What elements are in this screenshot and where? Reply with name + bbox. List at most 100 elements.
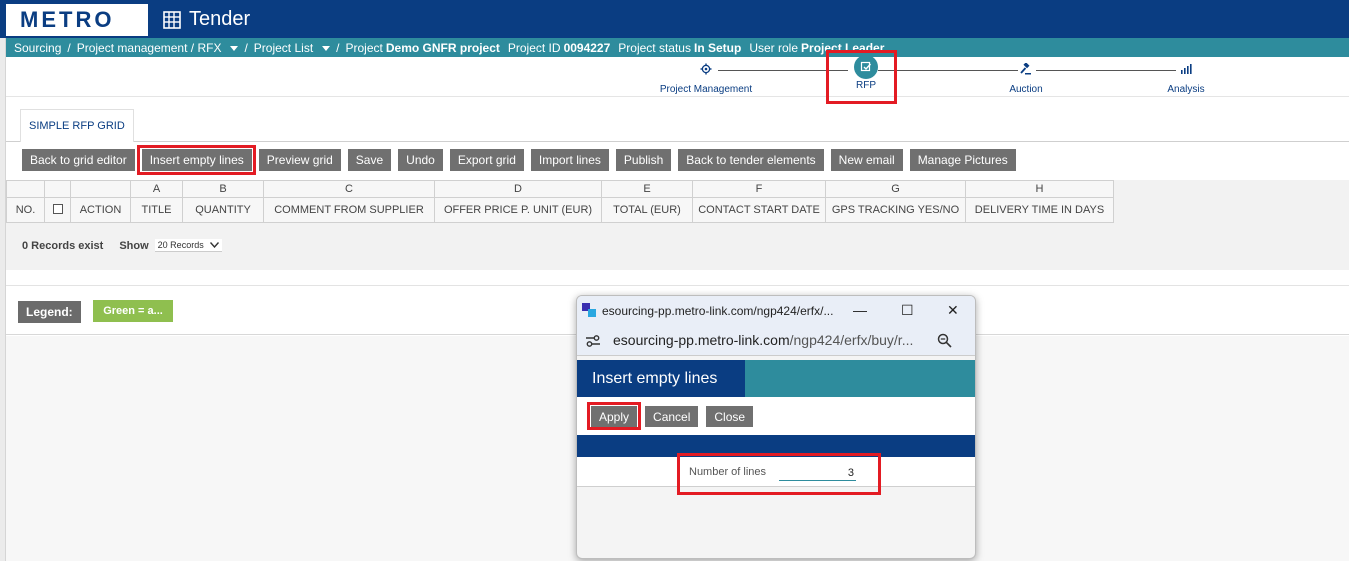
column-header-delivery[interactable]: DELIVERY TIME IN DAYS xyxy=(965,197,1114,223)
project-id: 0094227 xyxy=(563,40,611,55)
minimize-icon[interactable]: — xyxy=(853,302,867,318)
tab-strip: SIMPLE RFP GRID xyxy=(6,97,1349,142)
url-host: esourcing-pp.metro-link.com xyxy=(613,332,790,348)
show-label: Show xyxy=(119,239,149,252)
column-header-gps[interactable]: GPS TRACKING YES/NO xyxy=(825,197,966,223)
column-letter: E xyxy=(601,180,693,198)
metro-logo[interactable]: METRO xyxy=(6,4,148,36)
popup-section-band xyxy=(577,435,975,457)
zoom-icon[interactable] xyxy=(937,333,952,348)
popup-url: esourcing-pp.metro-link.com/ngp424/erfx/… xyxy=(613,332,913,348)
project-id-label: Project ID xyxy=(507,40,561,55)
gear-icon xyxy=(700,63,712,75)
step-connector xyxy=(1036,70,1176,71)
cancel-button[interactable]: Cancel xyxy=(645,406,699,427)
chevron-down-icon xyxy=(209,242,219,248)
popup-title-text: esourcing-pp.metro-link.com/ngp424/erfx/… xyxy=(602,304,834,318)
legend-green-badge[interactable]: Green = a... xyxy=(93,300,173,322)
step-label: Project Management xyxy=(659,84,753,95)
save-button[interactable]: Save xyxy=(347,149,392,171)
step-label: Analysis xyxy=(1167,84,1205,95)
step-auction[interactable]: Auction xyxy=(996,61,1056,95)
crumb-sep: / xyxy=(244,40,248,55)
preview-grid-button[interactable]: Preview grid xyxy=(258,149,341,171)
grid-toolbar: Back to grid editor Insert empty lines P… xyxy=(22,149,1016,171)
number-of-lines-input[interactable] xyxy=(779,465,856,481)
project-label: Project xyxy=(345,40,383,55)
rfp-icon xyxy=(854,55,878,79)
tab-simple-rfp-grid[interactable]: SIMPLE RFP GRID xyxy=(20,109,134,142)
chevron-down-icon xyxy=(322,45,331,51)
crumb-project-list[interactable]: Project List xyxy=(253,40,331,55)
column-header-no[interactable]: NO. xyxy=(6,197,45,223)
column-header-offer-price[interactable]: OFFER PRICE P. UNIT (EUR) xyxy=(434,197,602,223)
popup-titlebar[interactable]: esourcing-pp.metro-link.com/ngp424/erfx/… xyxy=(577,296,975,326)
role-label: User role xyxy=(749,40,799,55)
number-of-lines-row: Number of lines xyxy=(577,457,975,487)
back-to-tender-elements-button[interactable]: Back to tender elements xyxy=(678,149,824,171)
manage-pictures-button[interactable]: Manage Pictures xyxy=(909,149,1016,171)
popup-address-bar[interactable]: esourcing-pp.metro-link.com/ngp424/erfx/… xyxy=(577,326,975,356)
maximize-icon[interactable]: ☐ xyxy=(901,302,914,319)
new-email-button[interactable]: New email xyxy=(830,149,903,171)
apply-button[interactable]: Apply xyxy=(591,406,638,427)
column-letter: D xyxy=(434,180,602,198)
column-header-select[interactable] xyxy=(44,197,71,223)
column-header-action[interactable]: ACTION xyxy=(70,197,131,223)
column-header-title[interactable]: TITLE xyxy=(130,197,183,223)
chevron-down-icon xyxy=(230,45,239,51)
logo-text: METRO xyxy=(20,7,115,32)
close-button[interactable]: Close xyxy=(706,406,754,427)
column-letter xyxy=(6,180,45,198)
import-lines-button[interactable]: Import lines xyxy=(530,149,609,171)
popup-toolbar: Apply Cancel Close xyxy=(577,397,975,435)
column-header-contact-start[interactable]: CONTACT START DATE xyxy=(692,197,826,223)
number-of-lines-label: Number of lines xyxy=(689,466,767,478)
rfp-grid: A B C D E F G H NO. ACTION TITLE QUANTIT… xyxy=(6,180,1114,223)
insert-empty-lines-button[interactable]: Insert empty lines xyxy=(141,149,252,171)
column-letter xyxy=(70,180,131,198)
bar-chart-icon xyxy=(1181,64,1192,74)
column-letter: H xyxy=(965,180,1114,198)
column-letter: F xyxy=(692,180,826,198)
close-window-icon[interactable]: ✕ xyxy=(947,302,959,319)
column-letter: A xyxy=(130,180,183,198)
crumb-sep: / xyxy=(67,40,71,55)
project-name: Demo GNFR project xyxy=(385,40,500,55)
step-analysis[interactable]: Analysis xyxy=(1156,61,1216,95)
legend-label: Legend: xyxy=(18,301,81,323)
insert-lines-popup-window: esourcing-pp.metro-link.com/ngp424/erfx/… xyxy=(576,295,976,559)
workflow-stepper: Project Management RFP Auction Analysis xyxy=(6,55,1349,97)
publish-button[interactable]: Publish xyxy=(615,149,672,171)
crumb-project-management[interactable]: Project management / RFX xyxy=(77,41,239,55)
records-info: 0 Records exist Show 20 Records xyxy=(22,239,222,252)
crumb-sourcing[interactable]: Sourcing xyxy=(14,41,61,55)
export-grid-button[interactable]: Export grid xyxy=(449,149,524,171)
back-to-grid-editor-button[interactable]: Back to grid editor xyxy=(22,149,135,171)
page-size-group: Show 20 Records xyxy=(119,239,222,252)
crumb-project-list-label: Project List xyxy=(253,40,314,55)
column-letter: B xyxy=(182,180,264,198)
breadcrumb: Sourcing / Project management / RFX / Pr… xyxy=(6,38,1349,57)
user-role: Project Leader xyxy=(801,40,885,55)
step-rfp[interactable]: RFP xyxy=(836,55,896,91)
step-label: RFP xyxy=(856,80,876,91)
column-header-total[interactable]: TOTAL (EUR) xyxy=(601,197,693,223)
column-letter: C xyxy=(263,180,435,198)
column-header-quantity[interactable]: QUANTITY xyxy=(182,197,264,223)
crumb-project-management-label: Project management / RFX xyxy=(76,40,222,55)
column-letter xyxy=(44,180,71,198)
app-title-text: Tender xyxy=(189,8,251,30)
top-header: METRO Tender xyxy=(0,0,1349,38)
step-project-management[interactable]: Project Management xyxy=(656,61,756,95)
column-header-comment[interactable]: COMMENT FROM SUPPLIER xyxy=(263,197,435,223)
page-size-value: 20 Records xyxy=(157,240,204,250)
column-letter-row: A B C D E F G H xyxy=(6,180,1114,198)
crumb-sep: / xyxy=(336,40,340,55)
site-settings-icon[interactable] xyxy=(585,334,601,348)
page-size-select[interactable]: 20 Records xyxy=(154,239,222,252)
url-path: /ngp424/erfx/buy/r... xyxy=(789,332,914,348)
undo-button[interactable]: Undo xyxy=(398,149,443,171)
select-all-checkbox[interactable] xyxy=(52,203,63,214)
grid-icon xyxy=(163,10,181,29)
